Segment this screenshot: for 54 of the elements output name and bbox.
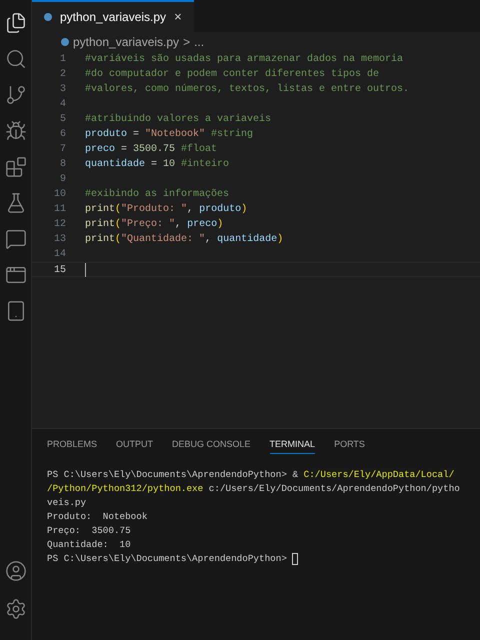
code-line: produto = "Notebook" #string xyxy=(85,128,254,142)
editor-tab[interactable]: python_variaveis.py × xyxy=(32,0,194,32)
panel-tab[interactable]: PROBLEMS xyxy=(47,436,98,454)
extensions-icon[interactable] xyxy=(4,156,26,178)
terminal-line: /Python/Python312/python.exe c:/Users/Ely/Documents/AprendendoPython/pytho xyxy=(47,482,460,496)
line-number: 12 xyxy=(52,218,66,232)
line-number: 5 xyxy=(58,113,66,127)
line-number: 8 xyxy=(58,158,66,172)
line-number: 1 xyxy=(58,53,66,67)
search-icon[interactable] xyxy=(4,48,26,70)
panel-tab[interactable]: DEBUG CONSOLE xyxy=(172,436,251,454)
line-number: 14 xyxy=(52,248,66,262)
terminal-line: PS C:\Users\Ely\Documents\AprendendoPython> & C:/Users/Ely/AppData/Local/ xyxy=(47,468,454,482)
code-line: #atribuindo valores a variaveis xyxy=(85,112,272,127)
line-number: 11 xyxy=(52,203,66,217)
bug-icon[interactable] xyxy=(4,120,26,142)
line-number: 3 xyxy=(58,83,66,97)
terminal-line: Produto: Notebook xyxy=(47,510,148,524)
line-number: 4 xyxy=(58,98,66,112)
files-icon[interactable] xyxy=(4,12,26,34)
terminal-line: Quantidade: 10 xyxy=(47,538,131,552)
code-line: preco = 3500.75 #float xyxy=(85,142,218,157)
close-icon[interactable]: × xyxy=(174,7,182,27)
code-line: quantidade = 10 #inteiro xyxy=(85,158,230,172)
panel-tab[interactable]: PORTS xyxy=(334,436,365,454)
terminal-line: veis.py xyxy=(47,496,86,510)
panel-tab[interactable]: OUTPUT xyxy=(116,436,154,454)
code-line: print("Quantidade: ", quantidade) xyxy=(85,232,284,247)
line-number: 10 xyxy=(52,188,66,202)
breadcrumb-item[interactable]: python_variaveis.py xyxy=(73,33,180,51)
chat-icon[interactable] xyxy=(4,228,26,250)
terminal-line: PS C:\Users\Ely\Documents\AprendendoPython> xyxy=(47,552,288,566)
breadcrumb-separator: > xyxy=(183,34,190,51)
account-icon[interactable] xyxy=(4,560,26,582)
window-icon[interactable] xyxy=(4,264,26,286)
line-number: 9 xyxy=(58,173,66,187)
code-line: print("Produto: ", produto) xyxy=(85,202,248,217)
line-number: 2 xyxy=(58,68,66,82)
settings-icon[interactable] xyxy=(4,598,26,620)
panel-tab[interactable]: TERMINAL xyxy=(270,436,316,454)
terminal-line: Preço: 3500.75 xyxy=(47,524,131,538)
code-line: print("Preço: ", preco) xyxy=(85,218,224,232)
breadcrumb-item[interactable]: ... xyxy=(194,33,204,51)
code-line: #variáveis são usadas para armazenar dados na memoria xyxy=(85,52,404,67)
line-number: 13 xyxy=(52,233,66,247)
code-line: #valores, como números, textos, listas e entre outros. xyxy=(85,82,410,97)
text-cursor xyxy=(85,263,86,277)
branch-icon[interactable] xyxy=(4,84,26,106)
line-number: 7 xyxy=(58,143,66,157)
line-number: 15 xyxy=(52,264,66,276)
code-line: #exibindo as informações xyxy=(85,188,230,202)
tab-label: python_variaveis.py xyxy=(60,9,166,26)
line-number: 6 xyxy=(58,128,66,142)
code-line: #do computador e podem conter diferentes tipos de xyxy=(85,68,380,82)
